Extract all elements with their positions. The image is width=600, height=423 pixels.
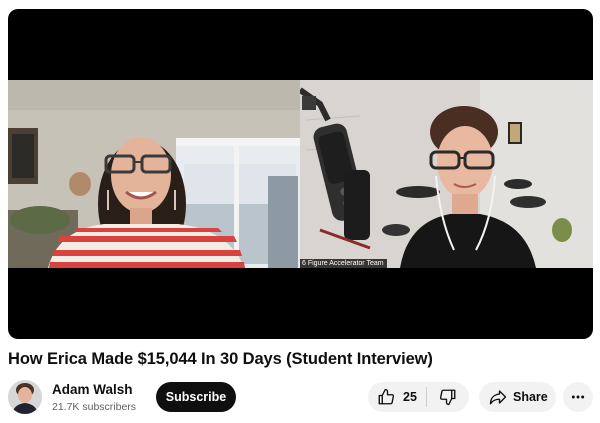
subscriber-count: 21.7K subscribers bbox=[52, 401, 137, 413]
like-button[interactable]: 25 bbox=[368, 382, 426, 412]
dislike-button[interactable] bbox=[427, 382, 469, 412]
share-button[interactable]: Share bbox=[479, 382, 556, 412]
more-actions-button[interactable] bbox=[563, 382, 593, 412]
avatar-image bbox=[8, 380, 42, 414]
channel-avatar[interactable] bbox=[8, 380, 42, 414]
video-title: How Erica Made $15,044 In 30 Days (Stude… bbox=[8, 350, 433, 368]
interviewee-frame bbox=[8, 80, 300, 268]
thumbs-down-icon bbox=[439, 388, 457, 406]
like-count: 25 bbox=[403, 390, 417, 404]
share-arrow-icon bbox=[489, 388, 507, 406]
subscribe-button[interactable]: Subscribe bbox=[156, 382, 236, 412]
participant-name-caption: 6 Figure Accelerator Team bbox=[300, 259, 387, 268]
share-label: Share bbox=[513, 390, 548, 404]
video-player[interactable]: 6 Figure Accelerator Team bbox=[8, 9, 593, 339]
channel-name[interactable]: Adam Walsh bbox=[52, 382, 133, 397]
participant-video-right: 6 Figure Accelerator Team bbox=[300, 80, 593, 268]
like-dislike-group: 25 bbox=[368, 382, 469, 412]
more-horizontal-icon bbox=[570, 389, 586, 405]
thumbs-up-icon bbox=[377, 388, 395, 406]
host-frame bbox=[300, 80, 593, 268]
participant-video-left bbox=[8, 80, 300, 268]
